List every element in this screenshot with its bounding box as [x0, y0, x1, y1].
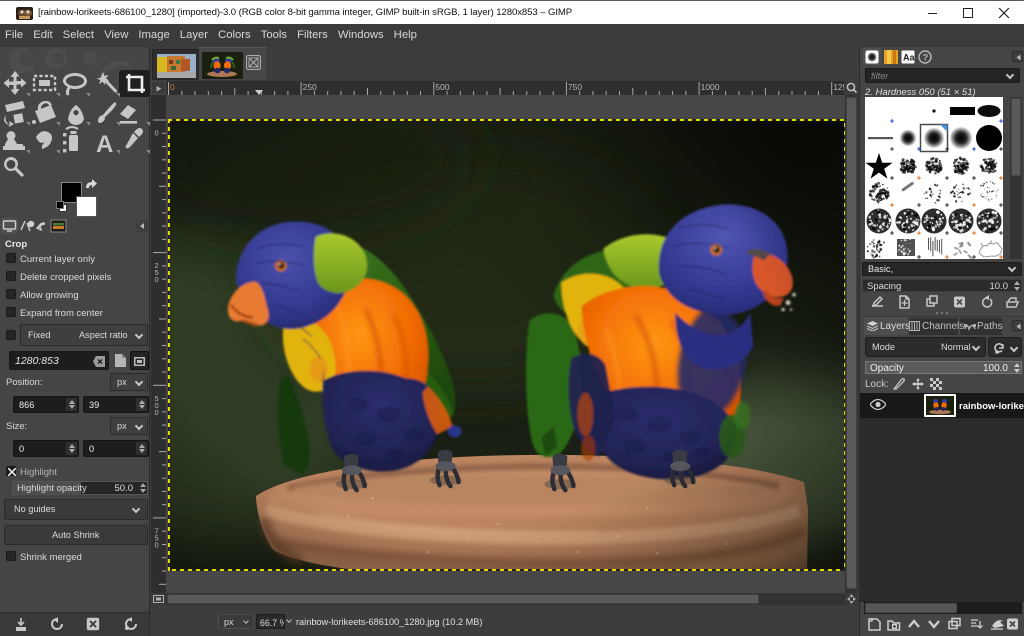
svg-text:0: 0 [170, 82, 175, 92]
svg-text:1000: 1000 [701, 82, 720, 92]
svg-text:0: 0 [155, 408, 159, 417]
svg-text:?: ? [923, 53, 929, 64]
svg-text:750: 750 [568, 82, 582, 92]
svg-text:0: 0 [155, 540, 159, 549]
svg-text:Aa: Aa [903, 53, 915, 63]
svg-text:0: 0 [155, 275, 159, 284]
svg-text:1250: 1250 [833, 82, 844, 92]
svg-text:250: 250 [303, 82, 317, 92]
svg-text:A: A [96, 131, 113, 158]
svg-text:0: 0 [155, 129, 159, 138]
svg-text:500: 500 [435, 82, 449, 92]
